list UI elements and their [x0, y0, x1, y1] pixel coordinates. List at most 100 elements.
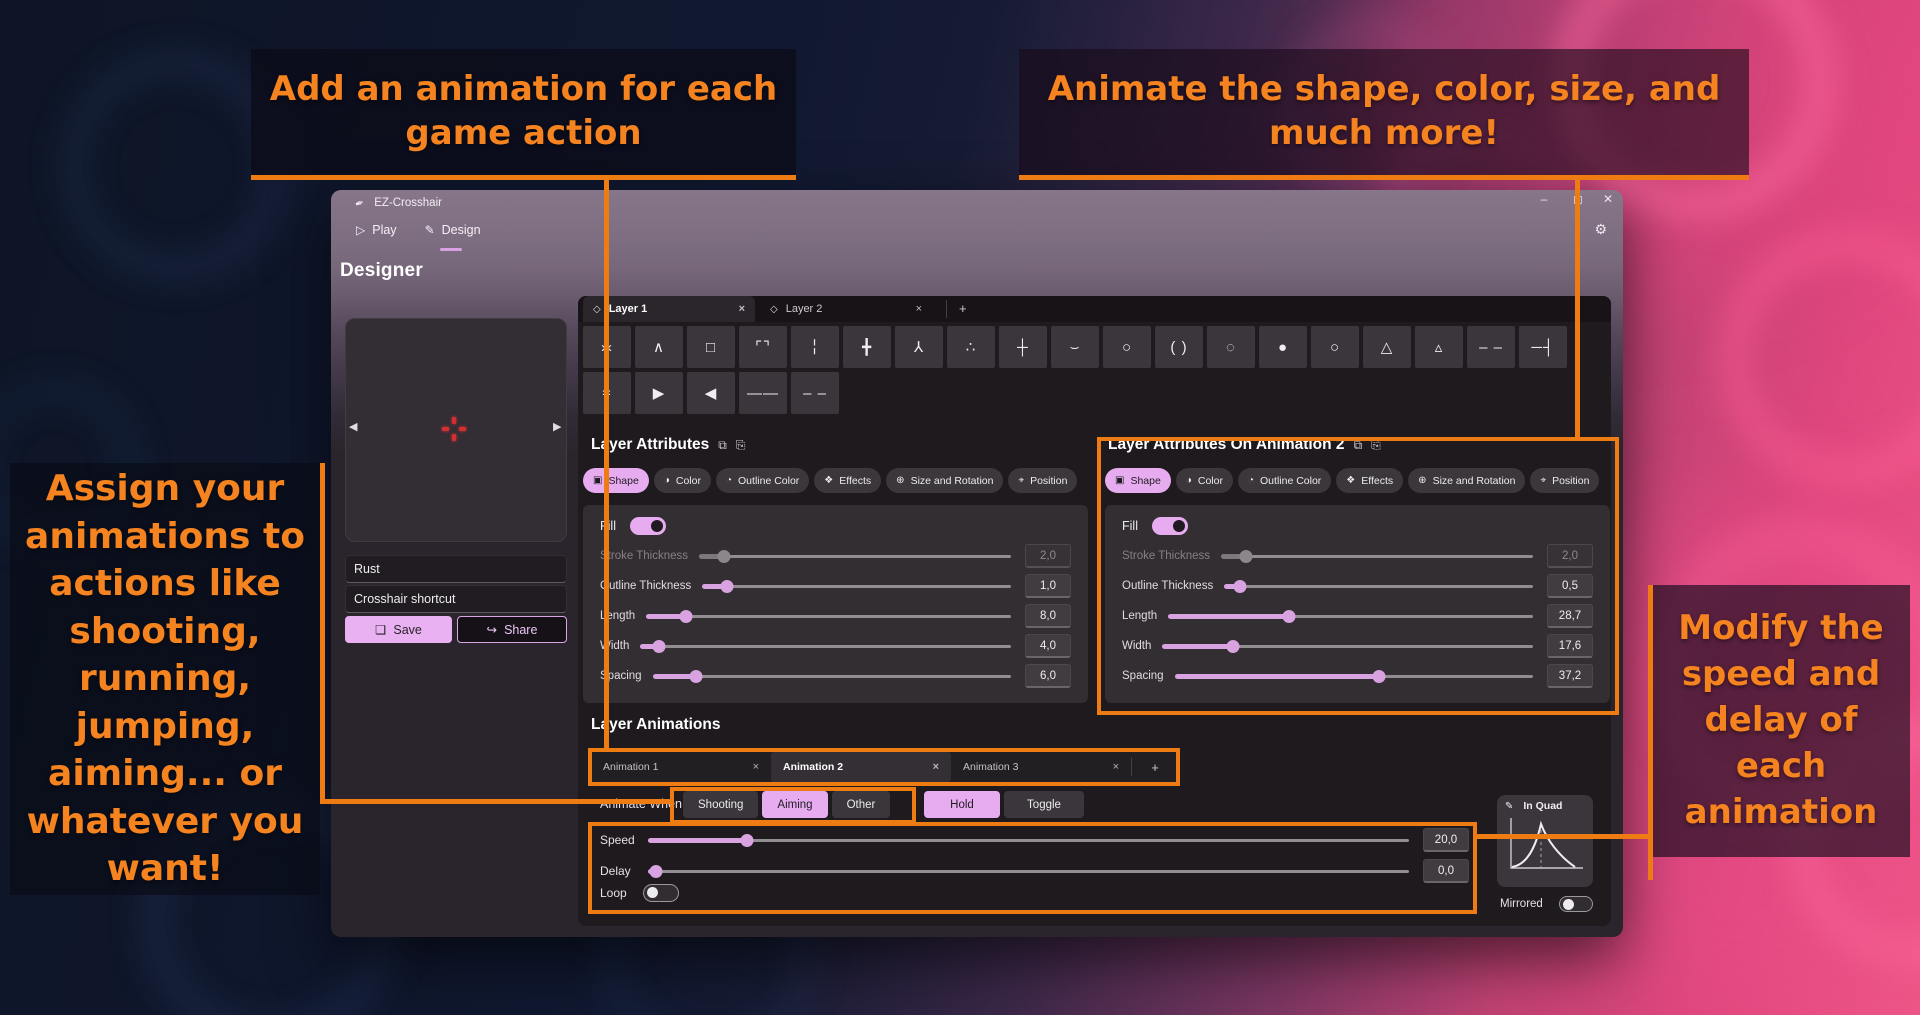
value-field[interactable]: 8,0	[1025, 604, 1071, 628]
outline-color-icon: ◔	[726, 475, 732, 486]
tab-design-label: Design	[442, 223, 481, 237]
mirrored-toggle[interactable]	[1559, 896, 1593, 912]
tab-size-rotation[interactable]: ⊕Size and Rotation	[886, 468, 1003, 493]
close-layer-icon[interactable]: ×	[739, 303, 745, 315]
highlight-speed-delay	[588, 822, 1477, 914]
play-shape-icon[interactable]: ▶	[635, 372, 683, 414]
inverted-y-icon[interactable]: ⅄	[895, 326, 943, 368]
tab-effects[interactable]: ❖Effects	[814, 468, 881, 493]
tab-play-label: Play	[372, 223, 396, 237]
mode-toggle-button[interactable]: Toggle	[1004, 791, 1084, 818]
value-field[interactable]: 4,0	[1025, 634, 1071, 658]
slider-knob[interactable]	[717, 550, 730, 563]
share-button[interactable]: ↪ Share	[457, 616, 567, 643]
diamond-icon: ◇	[770, 304, 778, 315]
gear-icon[interactable]: ⚙	[1594, 221, 1607, 238]
slider-track[interactable]	[646, 615, 1011, 618]
highlight-animation-tabs	[588, 748, 1180, 786]
long-dashes-icon[interactable]: ——	[739, 372, 787, 414]
fill-toggle[interactable]	[630, 517, 666, 535]
minimize-button[interactable]: –	[1531, 192, 1557, 206]
inverted-y-dotted-icon[interactable]: ∴	[947, 326, 995, 368]
app-icon: ✒	[353, 195, 366, 210]
value-field[interactable]: 2,0	[1025, 544, 1071, 568]
slider-track[interactable]	[640, 645, 1011, 648]
tab-design[interactable]: ✎ Design	[425, 223, 481, 237]
left-triangle-icon[interactable]: ◀	[687, 372, 735, 414]
shape-toolbar-row1: ›‹ ∧ □ ⌜⌝ ╎ ╋ ⅄ ∴ ┼ ⌣ ○ ( ) ◌ ● ○ △ ▵ – …	[583, 326, 1567, 368]
callout-right: Modify the speed and delay of each anima…	[1652, 585, 1910, 857]
circle-icon[interactable]: ○	[1103, 326, 1151, 368]
mirrored-row: Mirrored	[1500, 896, 1593, 912]
close-button[interactable]: ✕	[1595, 192, 1621, 206]
layer-tab-2[interactable]: ◇ Layer 2 ×	[760, 296, 932, 322]
line-tick-icon[interactable]: ─┤	[1519, 326, 1567, 368]
arc-bottom-icon[interactable]: ⌣	[1051, 326, 1099, 368]
close-layer-icon[interactable]: ×	[916, 303, 922, 315]
corner-brackets-icon[interactable]: ⌜⌝	[739, 326, 787, 368]
slider-knob[interactable]	[720, 580, 733, 593]
short-dashes-icon[interactable]: – –	[791, 372, 839, 414]
save-label: Save	[393, 623, 422, 637]
tab-play[interactable]: ▷ Play	[356, 223, 397, 237]
connector-line	[1648, 585, 1653, 880]
slider-knob[interactable]	[680, 610, 693, 623]
add-layer-button[interactable]: +	[946, 300, 967, 318]
crosshair-shortcut-input[interactable]	[345, 585, 567, 613]
layer-animations-title: Layer Animations	[591, 716, 721, 734]
layer-animations-heading: Layer Animations	[591, 716, 721, 734]
crosshair-graphic	[441, 416, 467, 442]
copy-icon[interactable]: ⧉	[718, 438, 727, 453]
effects-icon: ❖	[824, 475, 833, 486]
prev-arrow-icon[interactable]: ◀	[349, 420, 357, 433]
paste-icon[interactable]: ⎘	[736, 438, 746, 453]
shape-icon: ▣	[593, 475, 602, 486]
tab-outline-color[interactable]: ◔Outline Color	[716, 468, 809, 493]
caret-icon[interactable]: ∧	[635, 326, 683, 368]
share-icon: ↪	[487, 622, 497, 637]
tab-color[interactable]: ◑Color	[654, 468, 711, 493]
shape-toolbar-row2: ǂ ▶ ◀ —— – –	[583, 372, 839, 414]
circle-dashed-icon[interactable]: ◌	[1207, 326, 1255, 368]
game-name-input[interactable]	[345, 555, 567, 583]
slider-track[interactable]	[702, 585, 1011, 588]
easing-panel[interactable]: ✎ In Quad	[1497, 795, 1593, 887]
tab-shape[interactable]: ▣Shape	[583, 468, 649, 493]
connector-line	[320, 799, 672, 804]
value-field[interactable]: 1,0	[1025, 574, 1071, 598]
parentheses-icon[interactable]: ( )	[1155, 326, 1203, 368]
position-icon: ⌖	[1018, 475, 1024, 486]
mode-options: Hold Toggle	[924, 791, 1084, 818]
highlight-animation-attributes	[1097, 437, 1619, 715]
easing-name: In Quad	[1523, 800, 1562, 812]
mode-hold-button[interactable]: Hold	[924, 791, 1000, 818]
circle-small-icon[interactable]: ○	[1311, 326, 1359, 368]
save-button[interactable]: ❏ Save	[345, 616, 452, 643]
circle-filled-icon[interactable]: ●	[1259, 326, 1307, 368]
callout-top-right-text: Animate the shape, color, size, and much…	[1033, 68, 1735, 155]
next-arrow-icon[interactable]: ▶	[553, 420, 561, 433]
edit-easing-icon[interactable]: ✎	[1505, 801, 1513, 812]
slider-knob[interactable]	[689, 670, 702, 683]
callout-right-text: Modify the speed and delay of each anima…	[1666, 606, 1896, 835]
triangle-small-icon[interactable]: ▵	[1415, 326, 1463, 368]
triangle-icon[interactable]: △	[1363, 326, 1411, 368]
slider-track[interactable]	[653, 675, 1011, 678]
tab-position[interactable]: ⌖Position	[1008, 468, 1077, 493]
slider-knob[interactable]	[652, 640, 665, 653]
connector-line	[320, 463, 325, 804]
size-rotation-icon: ⊕	[896, 475, 904, 486]
callout-top-left: Add an animation for each game action	[251, 49, 796, 180]
stage: ✒ EZ-Crosshair – ◻ ✕ ▷ Play ✎ Design ⚙ D…	[0, 0, 1920, 1015]
dashes-horizontal-icon[interactable]: – –	[1467, 326, 1515, 368]
cross-serif-icon[interactable]: ┼	[999, 326, 1047, 368]
diamond-icon: ◇	[593, 304, 601, 315]
slider-track[interactable]	[699, 555, 1011, 558]
value-field[interactable]: 6,0	[1025, 664, 1071, 688]
cross-tees-icon[interactable]: ╋	[843, 326, 891, 368]
square-icon[interactable]: □	[687, 326, 735, 368]
connector-line	[604, 180, 609, 748]
titlebar: ✒ EZ-Crosshair	[331, 190, 1623, 216]
vertical-dashes-icon[interactable]: ╎	[791, 326, 839, 368]
connector-line	[1575, 180, 1580, 437]
